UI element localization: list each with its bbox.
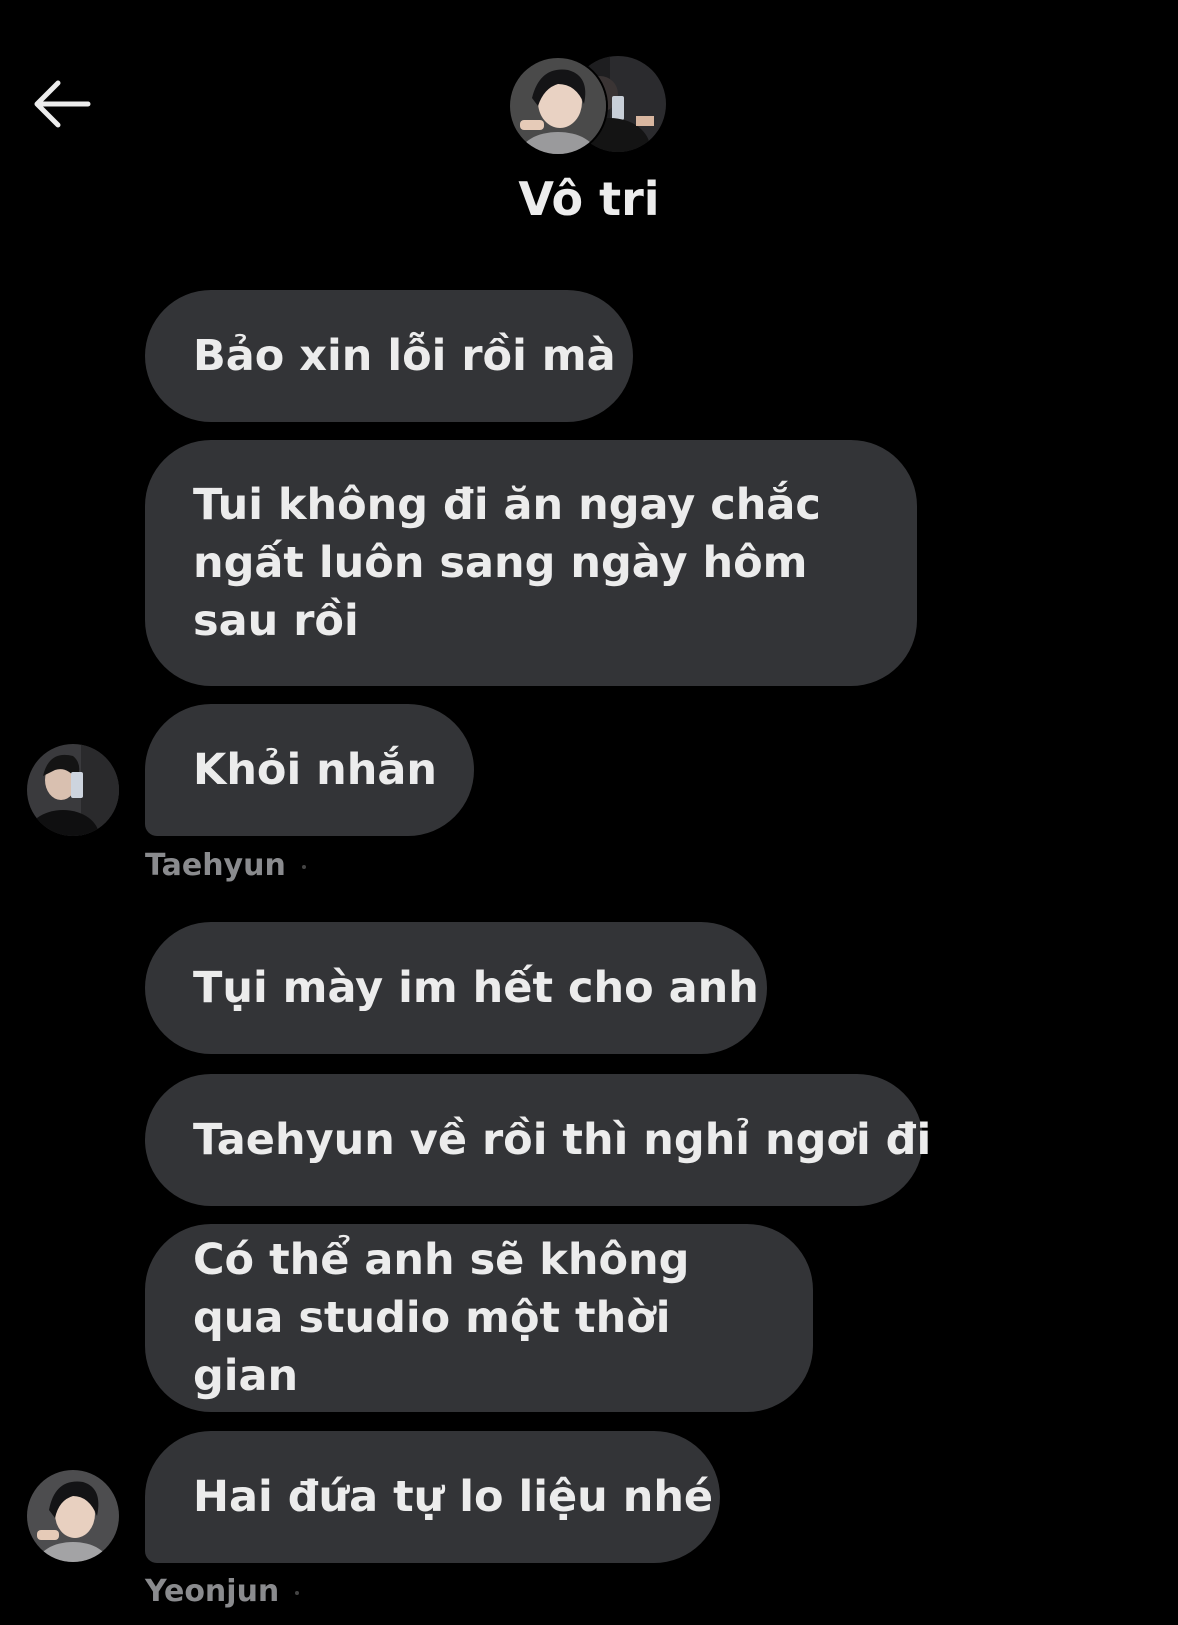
sender-name: Taehyun	[145, 848, 306, 883]
separator-dot	[301, 864, 306, 869]
group-avatar-stack[interactable]	[508, 56, 668, 156]
sender-name-text: Yeonjun	[145, 1574, 280, 1609]
sender-name: Yeonjun	[145, 1574, 300, 1609]
message-bubble[interactable]: Tui không đi ăn ngay chắc ngất luôn sang…	[145, 440, 917, 686]
group-member-avatar	[508, 56, 608, 156]
message-text: Khỏi nhắn	[193, 745, 438, 795]
message-bubble[interactable]: Bảo xin lỗi rồi mà	[145, 290, 633, 422]
message-text: Taehyun về rồi thì nghỉ ngơi đi	[193, 1115, 932, 1165]
message-bubble[interactable]: Hai đứa tự lo liệu nhé	[145, 1431, 720, 1563]
message-text: Bảo xin lỗi rồi mà	[193, 331, 616, 381]
message-bubble[interactable]: Taehyun về rồi thì nghỉ ngơi đi	[145, 1074, 931, 1206]
separator-dot	[295, 1590, 300, 1595]
sender-name-text: Taehyun	[145, 848, 286, 883]
back-button[interactable]	[30, 78, 92, 130]
message-text: Tui không đi ăn ngay chắc ngất luôn sang…	[193, 480, 821, 646]
message-text: Tụi mày im hết cho anh	[193, 963, 759, 1013]
chat-title: Vô tri	[518, 172, 660, 226]
message-text: Có thể anh sẽ không qua studio một thời …	[193, 1235, 690, 1401]
arrow-left-icon	[34, 80, 91, 128]
message-text: Hai đứa tự lo liệu nhé	[193, 1472, 714, 1522]
message-bubble[interactable]: Có thể anh sẽ không qua studio một thời …	[145, 1224, 813, 1412]
sender-avatar-yeonjun[interactable]	[27, 1470, 119, 1562]
message-bubble[interactable]: Tụi mày im hết cho anh	[145, 922, 767, 1054]
message-bubble[interactable]: Khỏi nhắn	[145, 704, 474, 836]
sender-avatar-taehyun[interactable]	[27, 744, 119, 836]
